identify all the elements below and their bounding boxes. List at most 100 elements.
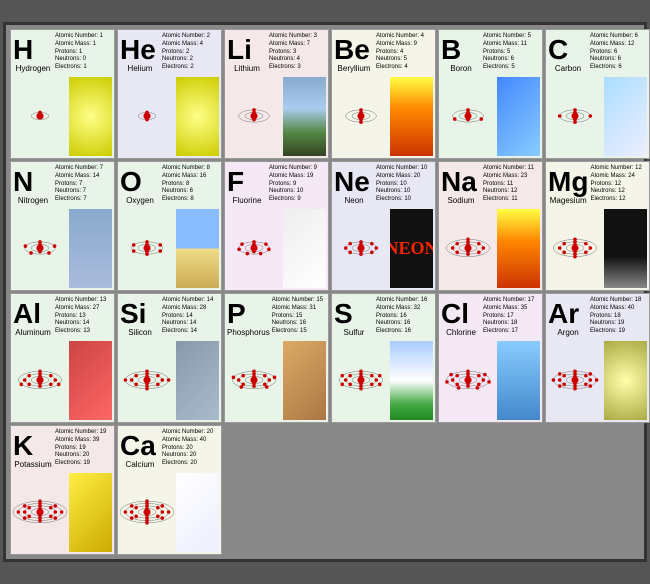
element-symbol: O (120, 168, 142, 196)
symbol-box: KPotassium (13, 428, 53, 469)
info-line: Neutrons: 20 (55, 452, 110, 460)
info-line: Atomic Number: 9 (269, 165, 324, 173)
info-line: Electrons: 19 (590, 328, 645, 336)
element-info: Atomic Number: 2Atomic Mass: 4Protons: 2… (160, 32, 219, 73)
info-line: Atomic Mass: 39 (55, 437, 110, 445)
element-bottom (332, 75, 435, 158)
info-line: Electrons: 7 (55, 196, 110, 204)
element-bottom (225, 75, 328, 158)
info-line: Neutrons: 10 (376, 188, 431, 196)
element-name: Magesium (548, 196, 588, 205)
atom-diagram (548, 77, 602, 156)
info-line: Electrons: 19 (55, 460, 110, 468)
element-name: Fluorine (227, 196, 267, 205)
info-line: Protons: 17 (483, 313, 538, 321)
atom-diagram (441, 341, 495, 420)
info-line: Atomic Number: 16 (376, 297, 431, 305)
element-name: Helium (120, 64, 160, 73)
element-bottom (11, 471, 114, 554)
symbol-box: OOxygen (120, 164, 160, 205)
info-line: Atomic Mass: 7 (269, 41, 324, 49)
element-header: AlAluminumAtomic Number: 13Atomic Mass: … (11, 294, 114, 339)
atom-diagram (120, 209, 174, 288)
element-bottom (11, 339, 114, 422)
element-symbol: Be (334, 36, 370, 64)
element-card-ca: CaCalciumAtomic Number: 20Atomic Mass: 4… (117, 425, 222, 555)
symbol-box: LiLithium (227, 32, 267, 73)
element-name: Calcium (120, 460, 160, 469)
atom-diagram (13, 473, 67, 552)
info-line: Atomic Number: 17 (483, 297, 538, 305)
element-card-he: HeHeliumAtomic Number: 2Atomic Mass: 4Pr… (117, 29, 222, 159)
element-info: Atomic Number: 15Atomic Mass: 31Protons:… (270, 296, 326, 337)
element-card-ar: ArArgonAtomic Number: 18Atomic Mass: 40P… (545, 293, 650, 423)
element-card-ne: NeNeonAtomic Number: 10Atomic Mass: 20Pr… (331, 161, 436, 291)
element-info: Atomic Number: 16Atomic Mass: 32Protons:… (374, 296, 433, 337)
info-line: Protons: 3 (269, 49, 324, 57)
element-info: Atomic Number: 10Atomic Mass: 20Protons:… (374, 164, 433, 205)
info-line: Atomic Number: 5 (483, 33, 538, 41)
element-header: PPhosphorusAtomic Number: 15Atomic Mass:… (225, 294, 328, 339)
element-info: Atomic Number: 5Atomic Mass: 11Protons: … (481, 32, 540, 73)
element-name: Aluminum (13, 328, 53, 337)
symbol-box: BeBeryllium (334, 32, 374, 73)
periodic-table: HHydrogenAtomic Number: 1Atomic Mass: 1P… (3, 22, 647, 562)
info-line: Protons: 12 (590, 181, 645, 189)
element-info: Atomic Number: 6Atomic Mass: 12Protons: … (588, 32, 647, 73)
element-info: Atomic Number: 14Atomic Mass: 28Protons:… (160, 296, 219, 337)
atom-diagram (120, 341, 174, 420)
info-line: Atomic Number: 7 (55, 165, 110, 173)
info-line: Neutrons: 6 (590, 56, 645, 64)
info-line: Atomic Mass: 14 (55, 173, 110, 181)
element-symbol: Li (227, 36, 252, 64)
element-image (604, 77, 647, 156)
symbol-box: MgMagesium (548, 164, 588, 205)
element-header: NNitrogenAtomic Number: 7Atomic Mass: 14… (11, 162, 114, 207)
info-line: Atomic Mass: 28 (162, 305, 217, 313)
element-symbol: N (13, 168, 33, 196)
element-info: Atomic Number: 18Atomic Mass: 40Protons:… (588, 296, 647, 337)
info-line: Electrons: 8 (162, 196, 217, 204)
element-info: Atomic Number: 20Atomic Mass: 40Protons:… (160, 428, 219, 469)
info-line: Protons: 6 (590, 49, 645, 57)
info-line: Atomic Mass: 27 (55, 305, 110, 313)
atom-diagram (548, 341, 602, 420)
element-image (69, 77, 112, 156)
element-symbol: Ca (120, 432, 156, 460)
info-line: Protons: 5 (483, 49, 538, 57)
info-line: Electrons: 17 (483, 328, 538, 336)
element-image (390, 77, 433, 156)
element-image (390, 341, 433, 420)
element-name: Sulfur (334, 328, 374, 337)
element-symbol: P (227, 300, 246, 328)
info-line: Electrons: 9 (269, 196, 324, 204)
element-symbol: B (441, 36, 461, 64)
element-header: HHydrogenAtomic Number: 1Atomic Mass: 1P… (11, 30, 114, 75)
info-line: Atomic Mass: 1 (55, 41, 110, 49)
element-name: Oxygen (120, 196, 160, 205)
info-line: Atomic Mass: 11 (483, 41, 538, 49)
info-line: Protons: 1 (55, 49, 110, 57)
symbol-box: FFluorine (227, 164, 267, 205)
element-symbol: Na (441, 168, 477, 196)
element-name: Neon (334, 196, 374, 205)
element-bottom (332, 339, 435, 422)
element-bottom (546, 75, 649, 158)
element-bottom (118, 75, 221, 158)
info-line: Electrons: 3 (269, 64, 324, 72)
info-line: Atomic Number: 19 (55, 429, 110, 437)
element-info: Atomic Number: 4Atomic Mass: 9Protons: 4… (374, 32, 433, 73)
atom-diagram (441, 209, 495, 288)
element-name: Chlorine (441, 328, 481, 337)
atom-diagram (120, 473, 174, 552)
info-line: Protons: 13 (55, 313, 110, 321)
info-line: Atomic Mass: 4 (162, 41, 217, 49)
info-line: Electrons: 1 (55, 64, 110, 72)
symbol-box: ClChlorine (441, 296, 481, 337)
info-line: Protons: 16 (376, 313, 431, 321)
info-line: Neutrons: 12 (483, 188, 538, 196)
atom-diagram (227, 209, 281, 288)
element-image (497, 341, 540, 420)
element-header: BeBerylliumAtomic Number: 4Atomic Mass: … (332, 30, 435, 75)
atom-diagram (334, 77, 388, 156)
